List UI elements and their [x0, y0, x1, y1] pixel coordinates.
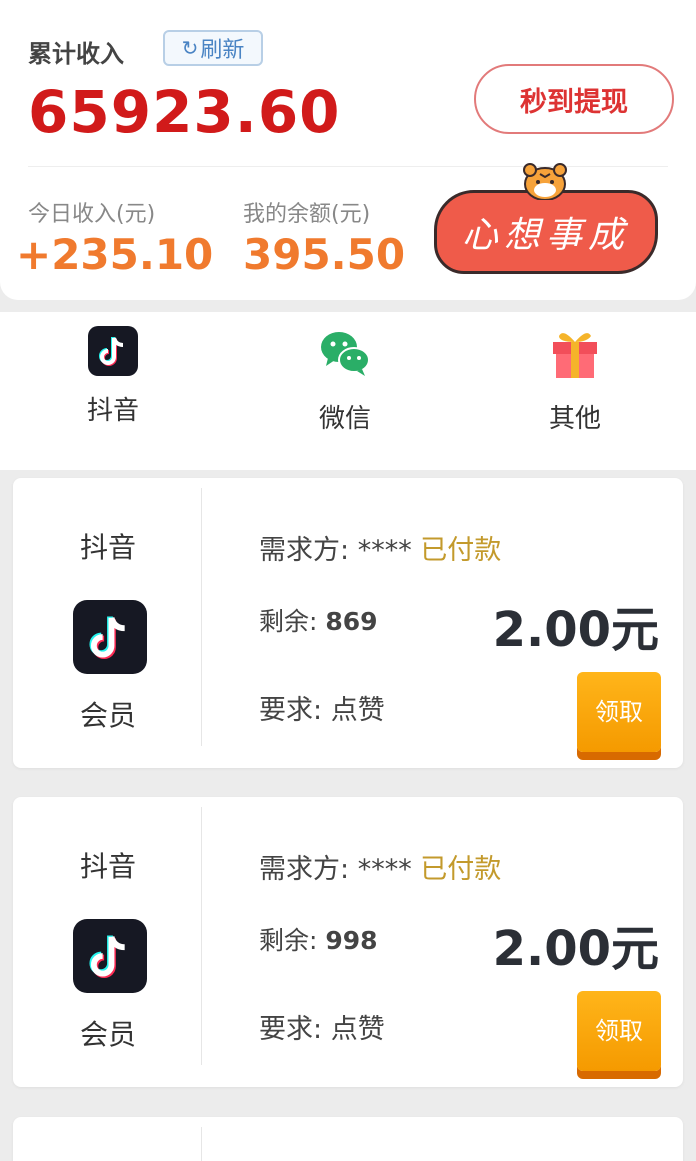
category-other[interactable]: 其他	[515, 326, 635, 435]
remaining-value: 998	[325, 926, 378, 955]
task-buyer: 需求方: **** 已付款	[259, 528, 501, 567]
refresh-icon: ↻	[181, 36, 199, 60]
category-tiktok[interactable]: 抖音	[53, 326, 173, 427]
category-label: 微信	[318, 404, 371, 434]
requirement-label: 要求:	[259, 1014, 323, 1045]
task-tier: 会员	[79, 1018, 136, 1051]
requirement-value: 点赞	[330, 695, 385, 726]
task-remaining: 剩余: 998	[259, 921, 378, 957]
wechat-icon	[321, 332, 370, 376]
balance-label: 我的余额(元)	[243, 202, 371, 227]
requirement-label: 要求:	[259, 695, 323, 726]
buyer-value: ****	[357, 854, 412, 885]
remaining-value: 869	[325, 607, 378, 636]
category-label: 其他	[548, 404, 601, 434]
tiktok-icon	[73, 919, 147, 993]
task-requirement: 要求: 点赞	[259, 1007, 385, 1046]
tiger-icon	[523, 163, 567, 200]
total-income-value: 65923.60	[28, 78, 341, 146]
category-bar: 抖音 微信 其他	[0, 312, 696, 470]
category-wechat[interactable]: 微信	[285, 326, 405, 435]
balance-value: 395.50	[243, 230, 406, 279]
task-price: 2.00元	[492, 921, 659, 977]
task-card	[13, 1117, 683, 1161]
paid-status: 已付款	[420, 854, 502, 885]
claim-button-label: 领取	[595, 697, 643, 726]
remaining-label: 剩余:	[259, 926, 318, 955]
wish-sticker: 心想事成	[432, 160, 662, 278]
buyer-label: 需求方:	[259, 854, 350, 885]
total-income-label: 累计收入	[28, 40, 124, 68]
card-divider	[201, 1127, 202, 1161]
buyer-label: 需求方:	[259, 535, 350, 566]
paid-status: 已付款	[420, 535, 502, 566]
task-platform: 抖音	[79, 850, 136, 883]
today-income-label: 今日收入(元)	[28, 202, 156, 227]
buyer-value: ****	[357, 535, 412, 566]
earnings-summary-card: 累计收入 ↻ 刷新 65923.60 秒到提现 今日收入(元) +235.10 …	[0, 0, 696, 300]
task-requirement: 要求: 点赞	[259, 688, 385, 727]
sticker-text: 心想事成	[461, 215, 630, 256]
refresh-button-label: 刷新	[200, 38, 245, 63]
task-tier: 会员	[79, 699, 136, 732]
tiktok-icon	[73, 600, 147, 674]
gift-icon	[553, 333, 597, 378]
task-card: 抖音 会员 需求方: **** 已付款 剩余: 998 2.00元 要求: 点赞…	[13, 797, 683, 1087]
page: 累计收入 ↻ 刷新 65923.60 秒到提现 今日收入(元) +235.10 …	[0, 0, 696, 1161]
task-price: 2.00元	[492, 602, 659, 658]
task-remaining: 剩余: 869	[259, 602, 378, 638]
task-buyer: 需求方: **** 已付款	[259, 847, 501, 886]
today-income-value: +235.10	[16, 230, 214, 279]
task-platform: 抖音	[79, 531, 136, 564]
tiktok-icon	[88, 326, 138, 376]
claim-button[interactable]: 领取	[577, 991, 661, 1071]
claim-button-label: 领取	[595, 1016, 643, 1045]
requirement-value: 点赞	[330, 1014, 385, 1045]
remaining-label: 剩余:	[259, 607, 318, 636]
claim-button[interactable]: 领取	[577, 672, 661, 752]
category-label: 抖音	[86, 396, 139, 426]
refresh-button[interactable]: ↻ 刷新	[163, 30, 263, 66]
task-card: 抖音 会员 需求方: **** 已付款 剩余: 869 2.00元 要求: 点赞…	[13, 478, 683, 768]
withdraw-button[interactable]: 秒到提现	[474, 64, 674, 134]
